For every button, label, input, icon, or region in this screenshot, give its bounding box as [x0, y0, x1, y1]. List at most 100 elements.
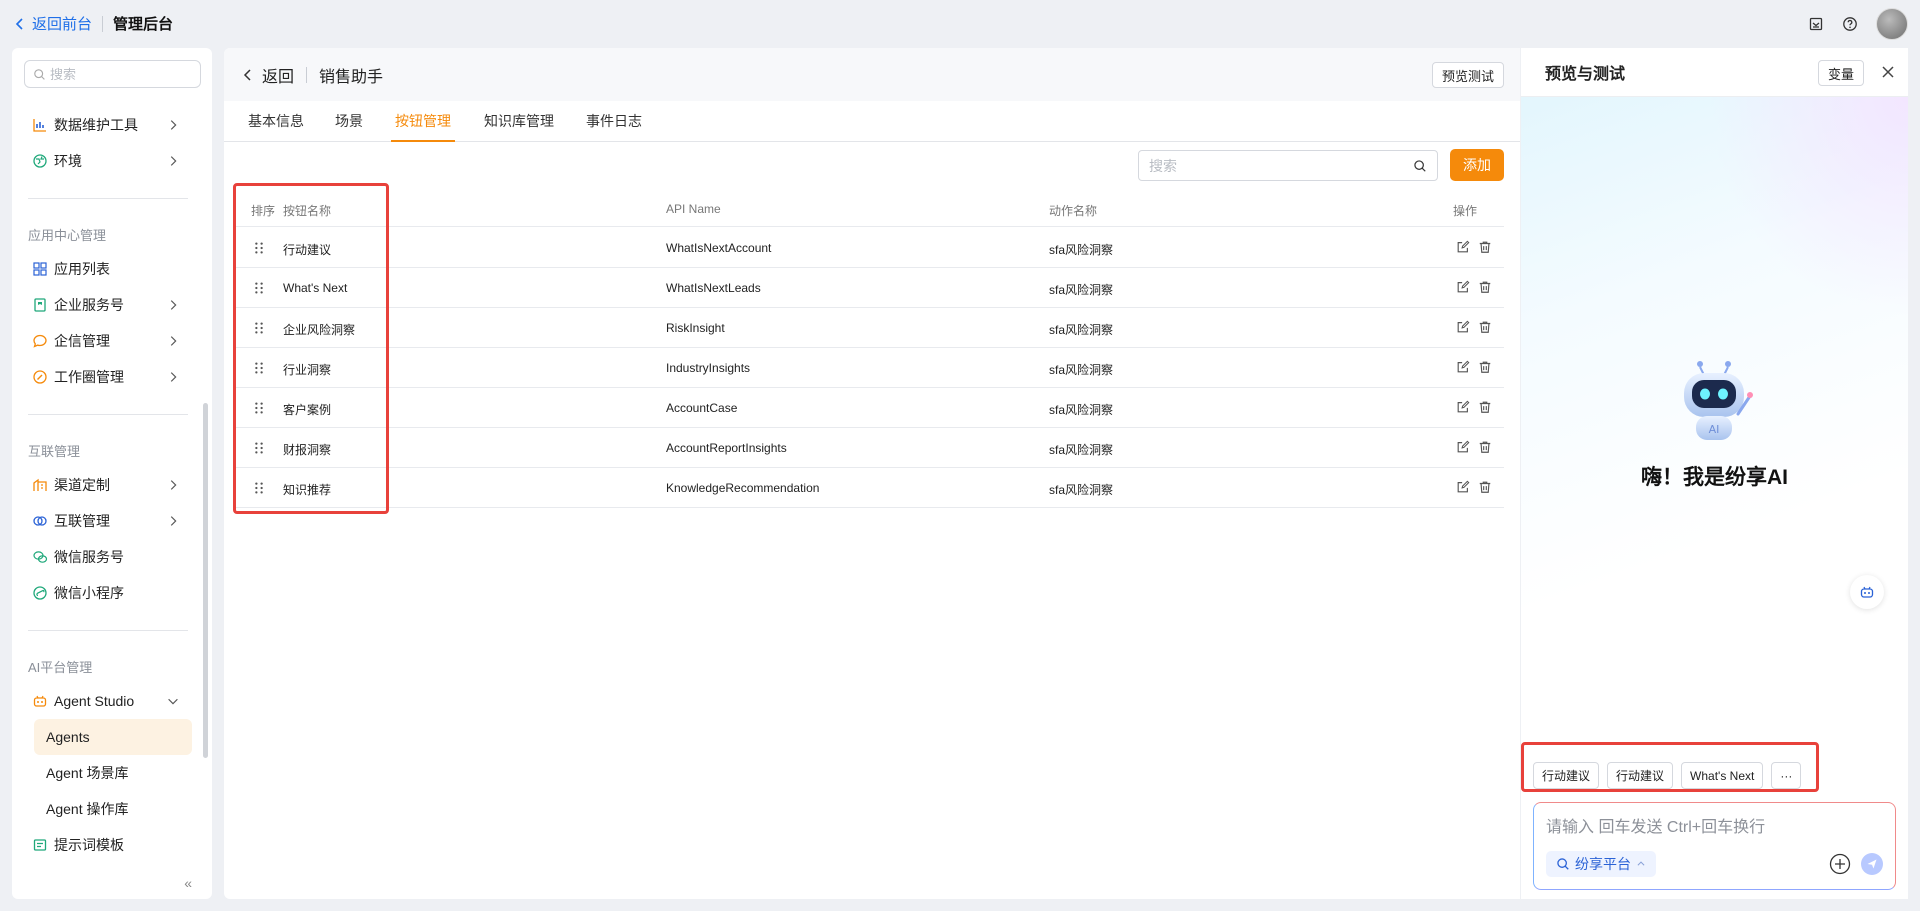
chevron-right-icon: [170, 120, 177, 130]
col-action-name: 动作名称: [1049, 204, 1098, 218]
user-avatar[interactable]: [1876, 8, 1908, 40]
drag-handle-icon[interactable]: [252, 281, 266, 295]
chip-action-suggestion[interactable]: 行动建议: [1533, 762, 1600, 789]
chevron-right-icon: [170, 336, 177, 346]
cell-button-name: 企业风险洞察: [283, 323, 356, 337]
row-operations: [1456, 280, 1492, 294]
sidebar-item-prompt-template[interactable]: 提示词模板: [12, 827, 212, 863]
sidebar-item-interconnect[interactable]: 互联管理: [12, 503, 212, 539]
sidebar-item-wechat-service[interactable]: 微信服务号: [12, 539, 212, 575]
send-button[interactable]: [1861, 853, 1883, 875]
back-button[interactable]: 返回: [240, 63, 294, 87]
edit-icon[interactable]: [1456, 360, 1470, 374]
preview-test-button[interactable]: 预览测试: [1431, 62, 1504, 88]
sidebar-item-channel-customize[interactable]: 渠道定制: [12, 467, 212, 503]
robot-icon: [1860, 586, 1874, 598]
drag-handle-icon[interactable]: [252, 481, 266, 495]
row-operations: [1456, 440, 1492, 454]
delete-icon[interactable]: [1478, 440, 1492, 454]
drag-handle-icon[interactable]: [252, 401, 266, 415]
group-label-ai-platform: AI平台管理: [28, 660, 93, 675]
sidebar-item-wechat-miniprogram[interactable]: 微信小程序: [12, 575, 212, 611]
sidebar-item-label: 应用列表: [54, 261, 110, 277]
delete-icon[interactable]: [1478, 400, 1492, 414]
cell-api-name: IndustryInsights: [666, 361, 751, 375]
sidebar-scrollbar[interactable]: [203, 403, 208, 758]
add-attachment-icon[interactable]: [1829, 853, 1851, 875]
top-right-tools: [1808, 8, 1908, 40]
search-icon[interactable]: [1413, 159, 1427, 173]
preview-panel: 预览与测试 变量 AI 嗨！我是纷享AI 行动建议 行动建议 What's Ne…: [1521, 48, 1908, 899]
top-divider: [102, 15, 104, 32]
sidebar-item-agent-studio[interactable]: Agent Studio: [12, 683, 212, 719]
sidebar-item-app-list[interactable]: 应用列表: [12, 251, 212, 287]
drag-handle-icon[interactable]: [252, 241, 266, 255]
chip-action-suggestion-2[interactable]: 行动建议: [1607, 762, 1674, 789]
floating-assistant-button[interactable]: [1850, 575, 1884, 609]
group-label-interconnect: 互联管理: [28, 444, 81, 459]
tab-basic-info[interactable]: 基本信息: [244, 101, 308, 142]
delete-icon[interactable]: [1478, 360, 1492, 374]
search-icon: [34, 68, 45, 80]
sidebar-search-input[interactable]: [50, 66, 190, 82]
chat-input[interactable]: [1546, 813, 1876, 839]
sidebar-item-agent-scene-library[interactable]: Agent 场景库: [12, 755, 212, 791]
sidebar-item-environment[interactable]: 环境: [12, 143, 212, 179]
header-divider: [306, 66, 308, 83]
chip-whats-next[interactable]: What's Next: [1681, 762, 1764, 789]
grid-icon: [33, 262, 47, 276]
back-to-front-link[interactable]: 返回前台: [12, 13, 92, 34]
edit-icon[interactable]: [1456, 280, 1470, 294]
help-icon[interactable]: [1842, 16, 1858, 32]
table-search-input[interactable]: [1149, 157, 1413, 174]
collapse-sidebar-icon[interactable]: «: [184, 875, 192, 891]
row-operations: [1456, 400, 1492, 414]
row-operations: [1456, 480, 1492, 494]
tab-button-management[interactable]: 按钮管理: [391, 101, 455, 142]
delete-icon[interactable]: [1478, 240, 1492, 254]
cell-button-name: 行动建议: [283, 243, 332, 257]
sidebar-item-label: 微信小程序: [54, 585, 124, 601]
sidebar-item-data-tools[interactable]: 数据维护工具: [12, 107, 212, 143]
delete-icon[interactable]: [1478, 280, 1492, 294]
edit-icon[interactable]: [1456, 480, 1470, 494]
sidebar-divider: [28, 198, 188, 199]
sidebar-item-agent-action-library[interactable]: Agent 操作库: [12, 791, 212, 827]
tab-scene[interactable]: 场景: [331, 101, 367, 142]
tab-event-log[interactable]: 事件日志: [582, 101, 646, 142]
platform-selector[interactable]: 纷享平台: [1546, 851, 1656, 877]
tab-knowledge-base[interactable]: 知识库管理: [480, 101, 558, 142]
variables-button[interactable]: 变量: [1817, 60, 1864, 86]
table-row: 客户案例 AccountCase sfa风险洞察: [234, 388, 1504, 428]
template-icon: [33, 839, 47, 851]
sidebar-item-enterprise-service[interactable]: 企业服务号: [12, 287, 212, 323]
cell-api-name: WhatIsNextLeads: [666, 281, 761, 295]
edit-icon[interactable]: [1456, 440, 1470, 454]
robot-icon: [33, 695, 47, 707]
drag-handle-icon[interactable]: [252, 441, 266, 455]
chips-more-button[interactable]: ···: [1771, 762, 1802, 789]
edit-icon[interactable]: [1456, 240, 1470, 254]
delete-icon[interactable]: [1478, 320, 1492, 334]
admin-title: 管理后台: [113, 16, 174, 33]
edit-icon[interactable]: [1456, 400, 1470, 414]
chevron-left-icon: [243, 68, 251, 81]
sidebar-item-label: Agent 场景库: [46, 765, 129, 781]
edit-icon[interactable]: [1456, 320, 1470, 334]
chevron-left-icon: [15, 17, 23, 30]
cell-button-name: 知识推荐: [283, 483, 332, 497]
drag-handle-icon[interactable]: [252, 361, 266, 375]
cell-action-name: sfa风险洞察: [1049, 323, 1114, 337]
cell-api-name: AccountCase: [666, 401, 738, 415]
drag-handle-icon[interactable]: [252, 321, 266, 335]
sidebar-item-label: Agent Studio: [54, 693, 135, 709]
table-row: 行业洞察 IndustryInsights sfa风险洞察: [234, 348, 1504, 388]
close-icon[interactable]: [1880, 64, 1896, 80]
add-button[interactable]: 添加: [1450, 149, 1504, 181]
cell-action-name: sfa风险洞察: [1049, 243, 1114, 257]
delete-icon[interactable]: [1478, 480, 1492, 494]
sidebar-item-agents[interactable]: Agents: [34, 719, 192, 755]
sidebar-item-work-circle[interactable]: 工作圈管理: [12, 359, 212, 395]
sidebar-item-enterprise-messaging[interactable]: 企信管理: [12, 323, 212, 359]
inbox-icon[interactable]: [1808, 16, 1824, 32]
